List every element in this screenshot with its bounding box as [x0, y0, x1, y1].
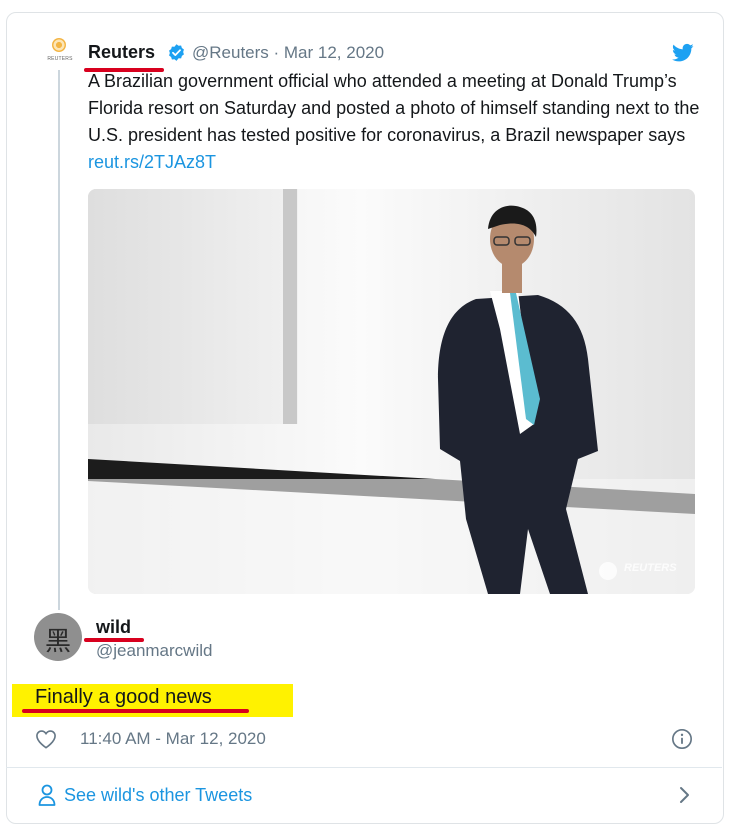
author-handle-date[interactable]: @Reuters · Mar 12, 2020 [192, 43, 384, 63]
author-name[interactable]: Reuters [88, 42, 155, 63]
reply-avatar[interactable]: 黑え [34, 613, 82, 661]
photo-watermark: REUTERS [624, 562, 677, 574]
reuters-logo-text: REUTERS [47, 56, 73, 62]
annotation-underline-reply-text [22, 709, 249, 713]
tweet-text: A Brazilian government official who atte… [88, 68, 708, 176]
person-icon [38, 784, 56, 806]
avatar-calligraphy: 黑え [44, 627, 71, 657]
twitter-bird-icon[interactable] [672, 43, 694, 63]
reuters-logo-icon [52, 38, 66, 52]
reply-author-name[interactable]: wild [96, 617, 131, 638]
chevron-right-icon [680, 787, 689, 803]
tweet-photo[interactable]: REUTERS [88, 189, 695, 594]
see-other-tweets-link[interactable]: See wild's other Tweets [64, 785, 252, 806]
info-icon[interactable] [671, 728, 693, 750]
see-other-tweets-row[interactable]: See wild's other Tweets [6, 768, 722, 822]
reply-text: Finally a good news [35, 686, 212, 708]
reply-author-handle[interactable]: @jeanmarcwild [96, 641, 212, 661]
verified-badge-icon [169, 44, 184, 61]
heart-icon[interactable] [35, 729, 57, 749]
tweet-body: A Brazilian government official who atte… [88, 71, 700, 145]
reuters-logo-avatar[interactable]: REUTERS [44, 38, 76, 70]
tweet-photo-image [88, 189, 695, 594]
tweet-link[interactable]: reut.rs/2TJAz8T [88, 152, 216, 172]
thread-connector-line [58, 70, 60, 610]
reply-timestamp[interactable]: 11:40 AM - Mar 12, 2020 [80, 729, 266, 749]
